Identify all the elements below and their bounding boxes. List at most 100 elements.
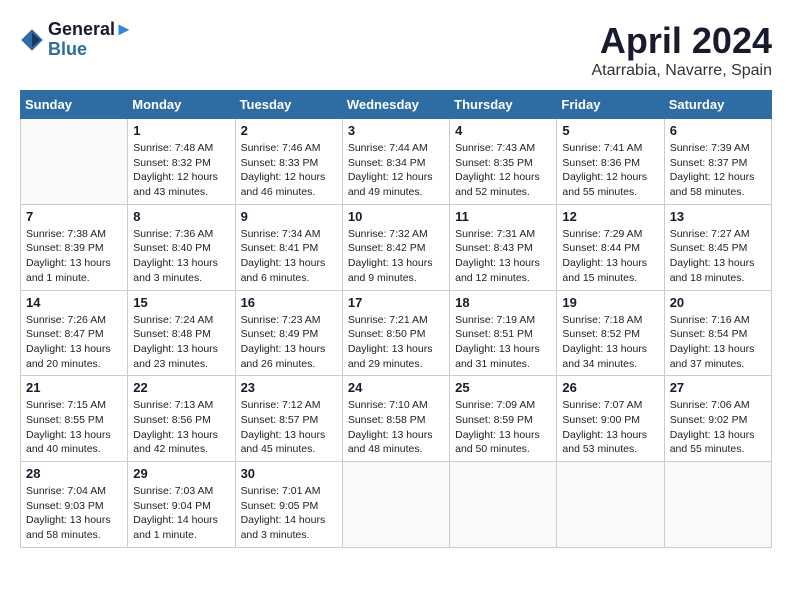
calendar-cell: 24 Sunrise: 7:10 AM Sunset: 8:58 PM Dayli… [342, 376, 449, 462]
cell-info: Sunrise: 7:23 AM Sunset: 8:49 PM Dayligh… [241, 313, 337, 372]
calendar-cell: 13 Sunrise: 7:27 AM Sunset: 8:45 PM Dayli… [664, 204, 771, 290]
day-number: 16 [241, 295, 337, 310]
day-number: 11 [455, 209, 551, 224]
cell-info: Sunrise: 7:19 AM Sunset: 8:51 PM Dayligh… [455, 313, 551, 372]
day-number: 19 [562, 295, 658, 310]
day-number: 24 [348, 380, 444, 395]
calendar-day-header: Friday [557, 91, 664, 119]
cell-info: Sunrise: 7:03 AM Sunset: 9:04 PM Dayligh… [133, 484, 229, 543]
calendar-cell: 2 Sunrise: 7:46 AM Sunset: 8:33 PM Daylig… [235, 119, 342, 205]
calendar-cell [21, 119, 128, 205]
calendar-day-header: Tuesday [235, 91, 342, 119]
calendar-cell: 9 Sunrise: 7:34 AM Sunset: 8:41 PM Daylig… [235, 204, 342, 290]
cell-info: Sunrise: 7:06 AM Sunset: 9:02 PM Dayligh… [670, 398, 766, 457]
cell-info: Sunrise: 7:29 AM Sunset: 8:44 PM Dayligh… [562, 227, 658, 286]
calendar-cell: 25Sunrise: 7:09 AM Sunset: 8:59 PM Dayli… [450, 376, 557, 462]
calendar-cell: 23 Sunrise: 7:12 AM Sunset: 8:57 PM Dayli… [235, 376, 342, 462]
calendar-cell: 12 Sunrise: 7:29 AM Sunset: 8:44 PM Dayli… [557, 204, 664, 290]
calendar-cell: 28 Sunrise: 7:04 AM Sunset: 9:03 PM Dayli… [21, 462, 128, 548]
calendar-cell: 10 Sunrise: 7:32 AM Sunset: 8:42 PM Dayli… [342, 204, 449, 290]
day-number: 8 [133, 209, 229, 224]
calendar-day-header: Thursday [450, 91, 557, 119]
location: Atarrabia, Navarre, Spain [591, 62, 772, 80]
calendar-cell [342, 462, 449, 548]
calendar-week-row: 21Sunrise: 7:15 AM Sunset: 8:55 PM Dayli… [21, 376, 772, 462]
cell-info: Sunrise: 7:32 AM Sunset: 8:42 PM Dayligh… [348, 227, 444, 286]
day-number: 23 [241, 380, 337, 395]
day-number: 29 [133, 466, 229, 481]
cell-info: Sunrise: 7:10 AM Sunset: 8:58 PM Dayligh… [348, 398, 444, 457]
calendar-day-header: Wednesday [342, 91, 449, 119]
day-number: 25 [455, 380, 551, 395]
day-number: 10 [348, 209, 444, 224]
cell-info: Sunrise: 7:39 AM Sunset: 8:37 PM Dayligh… [670, 141, 766, 200]
calendar-cell [664, 462, 771, 548]
logo-text: General► Blue [48, 20, 133, 60]
calendar-week-row: 1Sunrise: 7:48 AM Sunset: 8:32 PM Daylig… [21, 119, 772, 205]
day-number: 15 [133, 295, 229, 310]
cell-info: Sunrise: 7:07 AM Sunset: 9:00 PM Dayligh… [562, 398, 658, 457]
cell-info: Sunrise: 7:34 AM Sunset: 8:41 PM Dayligh… [241, 227, 337, 286]
day-number: 7 [26, 209, 122, 224]
calendar-week-row: 14 Sunrise: 7:26 AM Sunset: 8:47 PM Dayli… [21, 290, 772, 376]
calendar-cell: 11 Sunrise: 7:31 AM Sunset: 8:43 PM Dayli… [450, 204, 557, 290]
day-number: 14 [26, 295, 122, 310]
day-number: 18 [455, 295, 551, 310]
calendar-cell: 26 Sunrise: 7:07 AM Sunset: 9:00 PM Dayli… [557, 376, 664, 462]
calendar-cell: 1Sunrise: 7:48 AM Sunset: 8:32 PM Daylig… [128, 119, 235, 205]
cell-info: Sunrise: 7:31 AM Sunset: 8:43 PM Dayligh… [455, 227, 551, 286]
calendar-cell: 27Sunrise: 7:06 AM Sunset: 9:02 PM Dayli… [664, 376, 771, 462]
cell-info: Sunrise: 7:46 AM Sunset: 8:33 PM Dayligh… [241, 141, 337, 200]
calendar-header-row: SundayMondayTuesdayWednesdayThursdayFrid… [21, 91, 772, 119]
cell-info: Sunrise: 7:36 AM Sunset: 8:40 PM Dayligh… [133, 227, 229, 286]
day-number: 2 [241, 123, 337, 138]
cell-info: Sunrise: 7:38 AM Sunset: 8:39 PM Dayligh… [26, 227, 122, 286]
calendar-cell: 15 Sunrise: 7:24 AM Sunset: 8:48 PM Dayli… [128, 290, 235, 376]
day-number: 4 [455, 123, 551, 138]
calendar-cell [450, 462, 557, 548]
calendar-cell: 4 Sunrise: 7:43 AM Sunset: 8:35 PM Daylig… [450, 119, 557, 205]
calendar-week-row: 7 Sunrise: 7:38 AM Sunset: 8:39 PM Daylig… [21, 204, 772, 290]
calendar-cell: 16 Sunrise: 7:23 AM Sunset: 8:49 PM Dayli… [235, 290, 342, 376]
cell-info: Sunrise: 7:16 AM Sunset: 8:54 PM Dayligh… [670, 313, 766, 372]
calendar-cell: 5Sunrise: 7:41 AM Sunset: 8:36 PM Daylig… [557, 119, 664, 205]
cell-info: Sunrise: 7:44 AM Sunset: 8:34 PM Dayligh… [348, 141, 444, 200]
page-header: General► Blue April 2024 Atarrabia, Nava… [20, 20, 772, 80]
cell-info: Sunrise: 7:26 AM Sunset: 8:47 PM Dayligh… [26, 313, 122, 372]
calendar-week-row: 28 Sunrise: 7:04 AM Sunset: 9:03 PM Dayli… [21, 462, 772, 548]
calendar-cell: 7 Sunrise: 7:38 AM Sunset: 8:39 PM Daylig… [21, 204, 128, 290]
cell-info: Sunrise: 7:24 AM Sunset: 8:48 PM Dayligh… [133, 313, 229, 372]
day-number: 26 [562, 380, 658, 395]
day-number: 28 [26, 466, 122, 481]
day-number: 9 [241, 209, 337, 224]
day-number: 13 [670, 209, 766, 224]
day-number: 6 [670, 123, 766, 138]
cell-info: Sunrise: 7:18 AM Sunset: 8:52 PM Dayligh… [562, 313, 658, 372]
cell-info: Sunrise: 7:04 AM Sunset: 9:03 PM Dayligh… [26, 484, 122, 543]
day-number: 22 [133, 380, 229, 395]
day-number: 30 [241, 466, 337, 481]
calendar-cell: 6 Sunrise: 7:39 AM Sunset: 8:37 PM Daylig… [664, 119, 771, 205]
day-number: 12 [562, 209, 658, 224]
calendar-cell: 29 Sunrise: 7:03 AM Sunset: 9:04 PM Dayli… [128, 462, 235, 548]
calendar-cell: 30 Sunrise: 7:01 AM Sunset: 9:05 PM Dayli… [235, 462, 342, 548]
calendar-body: 1Sunrise: 7:48 AM Sunset: 8:32 PM Daylig… [21, 119, 772, 548]
day-number: 17 [348, 295, 444, 310]
calendar-cell: 17Sunrise: 7:21 AM Sunset: 8:50 PM Dayli… [342, 290, 449, 376]
cell-info: Sunrise: 7:43 AM Sunset: 8:35 PM Dayligh… [455, 141, 551, 200]
calendar-day-header: Sunday [21, 91, 128, 119]
logo: General► Blue [20, 20, 133, 60]
title-block: April 2024 Atarrabia, Navarre, Spain [591, 20, 772, 80]
calendar-cell: 8 Sunrise: 7:36 AM Sunset: 8:40 PM Daylig… [128, 204, 235, 290]
cell-info: Sunrise: 7:12 AM Sunset: 8:57 PM Dayligh… [241, 398, 337, 457]
calendar-cell [557, 462, 664, 548]
cell-info: Sunrise: 7:27 AM Sunset: 8:45 PM Dayligh… [670, 227, 766, 286]
day-number: 20 [670, 295, 766, 310]
day-number: 21 [26, 380, 122, 395]
calendar-cell: 18 Sunrise: 7:19 AM Sunset: 8:51 PM Dayli… [450, 290, 557, 376]
month-year: April 2024 [591, 20, 772, 62]
calendar-day-header: Monday [128, 91, 235, 119]
cell-info: Sunrise: 7:01 AM Sunset: 9:05 PM Dayligh… [241, 484, 337, 543]
cell-info: Sunrise: 7:13 AM Sunset: 8:56 PM Dayligh… [133, 398, 229, 457]
calendar-cell: 3Sunrise: 7:44 AM Sunset: 8:34 PM Daylig… [342, 119, 449, 205]
